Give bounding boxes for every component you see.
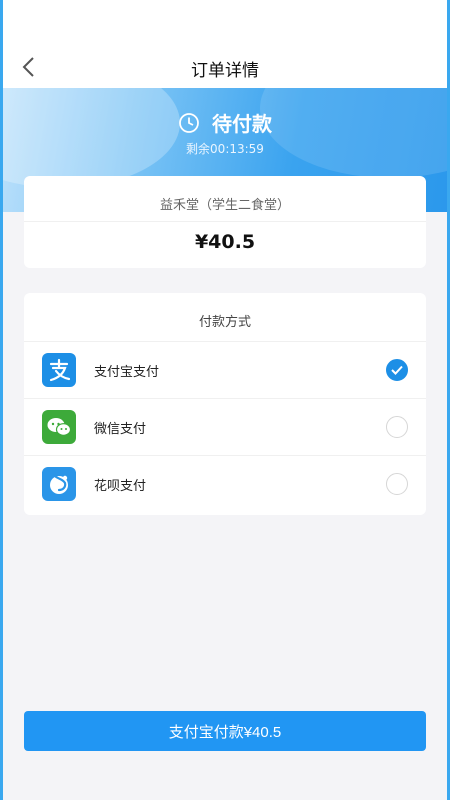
payment-option-label: 支付宝支付: [94, 364, 160, 380]
check-icon: [391, 365, 403, 375]
alipay-icon: [42, 353, 76, 387]
payment-countdown: 剩余00:13:59: [186, 142, 264, 156]
payment-option-label: 微信支付: [94, 421, 147, 437]
shop-name: 益禾堂（学生二食堂）: [159, 198, 290, 213]
wechat-icon: [42, 410, 76, 444]
order-amount: ¥40.5: [194, 231, 256, 253]
payment-method-card: 付款方式 支付宝支付 微信支付 花呗支付: [24, 293, 426, 515]
payment-option-label: 花呗支付: [94, 478, 147, 494]
clock-icon: [179, 112, 199, 133]
page-title: 订单详情: [191, 61, 259, 81]
payment-method-title: 付款方式: [198, 315, 251, 330]
radio-unchecked[interactable]: [386, 473, 408, 495]
radio-checked[interactable]: [386, 359, 408, 381]
huabei-icon: [42, 467, 76, 501]
divider: [24, 221, 426, 222]
payment-option-alipay[interactable]: 支付宝支付: [24, 341, 426, 398]
payment-option-wechat[interactable]: 微信支付: [24, 398, 426, 455]
order-status-label: 待付款: [212, 112, 272, 136]
nav-bar: 订单详情: [0, 0, 450, 88]
status-row: 待付款: [0, 108, 450, 137]
radio-unchecked[interactable]: [386, 416, 408, 438]
payment-option-huabei[interactable]: 花呗支付: [24, 455, 426, 512]
pay-button[interactable]: 支付宝付款¥40.5: [24, 711, 426, 751]
order-summary-card: 益禾堂（学生二食堂） ¥40.5: [24, 176, 426, 268]
payment-method-list: 支付宝支付 微信支付 花呗支付: [24, 341, 426, 512]
